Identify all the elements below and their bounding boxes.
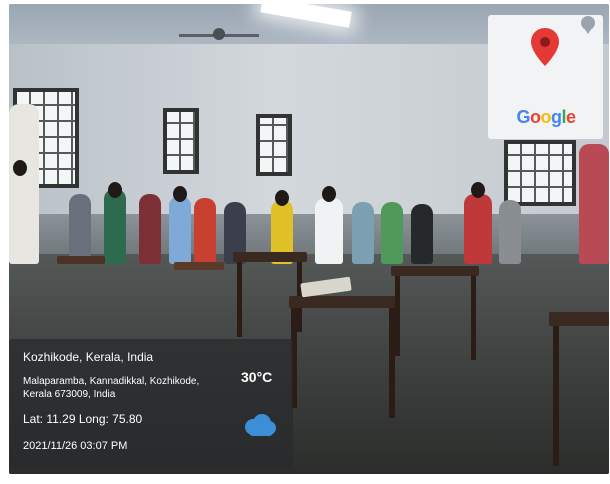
- address-label: Malaparamba, Kannadikkal, Kozhikode, Ker…: [23, 376, 200, 400]
- map-pin-icon: [531, 28, 559, 66]
- map-badge: Google: [488, 15, 603, 139]
- city-label: Kozhikode, Kerala, India: [23, 350, 154, 364]
- coordinates-label: Lat: 11.29 Long: 75.80: [23, 412, 143, 426]
- ceiling-fan: [179, 28, 259, 42]
- cloud-icon: [245, 414, 276, 436]
- desk: [233, 252, 307, 262]
- chair: [174, 262, 224, 270]
- desk: [289, 296, 399, 308]
- desk: [549, 312, 609, 326]
- map-corner-icon: [581, 16, 595, 34]
- chair: [57, 256, 105, 264]
- location-info-panel: Kozhikode, Kerala, India Malaparamba, Ka…: [9, 339, 293, 467]
- google-logo: Google: [516, 107, 576, 127]
- timestamp-label: 2021/11/26 03:07 PM: [23, 440, 128, 452]
- desk: [391, 266, 479, 276]
- temperature-label: 30°C: [241, 369, 273, 385]
- students-standing: [9, 104, 609, 264]
